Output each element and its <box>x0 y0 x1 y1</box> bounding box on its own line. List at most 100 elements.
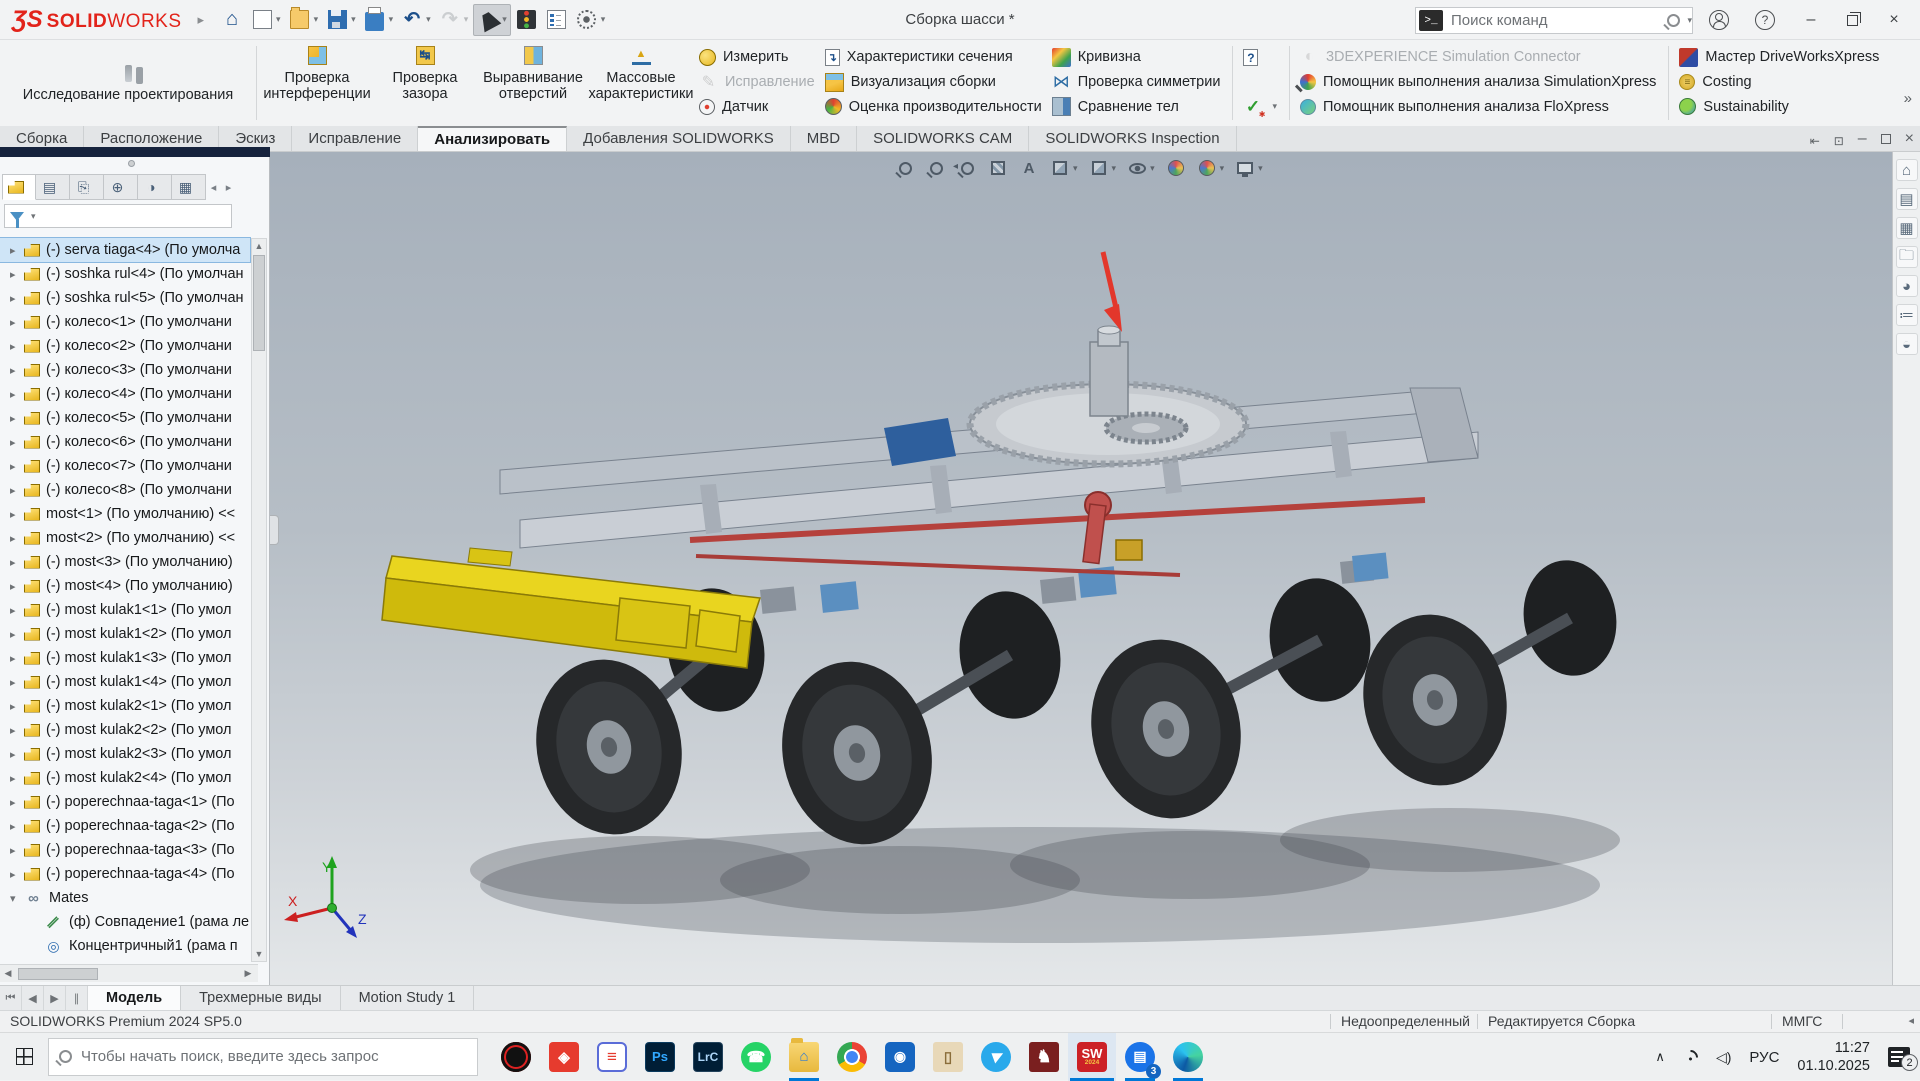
dropdown-arrow-icon[interactable]: ▾ <box>1073 163 1078 174</box>
expand-arrow-icon[interactable]: ▸ <box>10 388 24 401</box>
hud-button[interactable]: ▾ <box>1087 156 1119 180</box>
tree-item[interactable]: ▸ most<1> (По умолчанию) << <box>0 502 250 526</box>
tree-item[interactable]: Концентричный1 (рама п <box>0 934 250 958</box>
hud-button[interactable]: ▾ <box>1233 156 1265 180</box>
taskbar-app-button[interactable]: LrC <box>684 1033 732 1081</box>
tree-item[interactable]: ▸ (-) serva tiaga<4> (По умолча <box>0 238 250 262</box>
ribbon-item[interactable]: Sustainability <box>1679 94 1879 119</box>
ribbon-item[interactable]: Визуализация сборки <box>825 70 1042 95</box>
tree-filter-box[interactable]: ▾ <box>4 204 232 228</box>
expand-arrow-icon[interactable]: ▸ <box>10 868 24 881</box>
ribbon-item[interactable]: Исправление <box>699 70 815 95</box>
ribbon-large-button[interactable]: Массовые характеристики <box>587 42 695 124</box>
feature-manager-tab[interactable] <box>2 174 36 200</box>
menu-expander-icon[interactable]: ▸ <box>198 12 205 28</box>
doc-close-button[interactable]: × <box>1905 130 1914 148</box>
task-pane-icon[interactable]: 🗀 <box>1896 246 1918 268</box>
tree-vertical-scrollbar[interactable]: ▲ ▼ <box>251 238 267 962</box>
scroll-down-icon[interactable]: ▼ <box>252 947 266 961</box>
taskbar-app-button[interactable] <box>972 1033 1020 1081</box>
expand-arrow-icon[interactable]: ▸ <box>10 676 24 689</box>
hud-button[interactable]: ▾ <box>1195 156 1227 180</box>
taskbar-app-button[interactable]: SW2024 <box>1068 1033 1116 1081</box>
expand-arrow-icon[interactable]: ▸ <box>10 604 24 617</box>
expand-arrow-icon[interactable]: ▸ <box>10 628 24 641</box>
tree-item[interactable]: ▸ (-) колесо<7> (По умолчани <box>0 454 250 478</box>
dropdown-arrow-icon[interactable]: ▾ <box>502 14 507 25</box>
tree-item[interactable]: ▸ (-) most kulak2<2> (По умол <box>0 718 250 742</box>
expand-arrow-icon[interactable]: ▸ <box>10 268 24 281</box>
expand-arrow-icon[interactable]: ▸ <box>10 292 24 305</box>
command-tab[interactable]: Исправление <box>292 126 418 151</box>
filter-dropdown-icon[interactable]: ▾ <box>31 211 36 222</box>
ribbon-item[interactable]: Проверка симметрии <box>1052 70 1221 95</box>
tree-item[interactable]: ▸ (-) soshka rul<4> (По умолчан <box>0 262 250 286</box>
hud-button[interactable]: ▾ <box>986 156 1010 180</box>
tree-item[interactable]: (ф) Совпадение1 (рама ле <box>0 910 250 934</box>
tabs-first-icon[interactable]: ⏮ <box>0 986 22 1010</box>
expand-arrow-icon[interactable]: ▸ <box>10 412 24 425</box>
taskbar-app-button[interactable] <box>732 1033 780 1081</box>
notification-center-icon[interactable]: 2 <box>1888 1047 1910 1067</box>
tree-item[interactable]: ▸ (-) poperechnaa-taga<4> (По <box>0 862 250 886</box>
expand-arrow-icon[interactable]: ▸ <box>10 364 24 377</box>
quickbar-button[interactable]: ▾ <box>218 4 246 36</box>
expand-arrow-icon[interactable]: ▸ <box>10 724 24 737</box>
tree-item[interactable]: ▸ (-) most kulak2<4> (По умол <box>0 766 250 790</box>
taskbar-app-button[interactable] <box>828 1033 876 1081</box>
hud-button[interactable]: ▾ <box>1164 156 1188 180</box>
feature-manager-tab[interactable]: ⊕ <box>104 174 138 200</box>
help-icon[interactable]: ? <box>1755 10 1775 30</box>
start-button[interactable] <box>0 1033 48 1081</box>
panel-splitter-dot[interactable] <box>128 160 135 167</box>
command-tab[interactable]: MBD <box>791 126 857 151</box>
ribbon-item[interactable]: 3DEXPERIENCE Simulation Connector <box>1300 45 1656 70</box>
ribbon-large-button[interactable]: Выравнивание отверстий <box>479 42 587 124</box>
user-account-icon[interactable] <box>1709 10 1729 30</box>
pin-icon[interactable]: ⊡ <box>1834 134 1844 144</box>
hud-button[interactable]: ▾ <box>893 156 917 180</box>
search-dropdown-icon[interactable]: ▾ <box>1687 15 1692 26</box>
tree-horizontal-scrollbar[interactable]: ◀ ▶ <box>0 964 258 982</box>
expand-arrow-icon[interactable]: ▸ <box>10 460 24 473</box>
tabs-splitter-grip[interactable]: ∥ <box>66 986 88 1010</box>
tree-item[interactable]: ▾ Mates <box>0 886 250 910</box>
quickbar-button[interactable]: ▾ <box>573 4 609 36</box>
feature-manager-tab[interactable]: ▦ <box>172 174 206 200</box>
dropdown-arrow-icon[interactable]: ▾ <box>351 14 356 25</box>
taskbar-app-button[interactable] <box>492 1033 540 1081</box>
tree-item[interactable]: ▸ (-) poperechnaa-taga<3> (По <box>0 838 250 862</box>
hud-button[interactable]: ▾ <box>1125 156 1157 180</box>
quickbar-button[interactable]: ▾ <box>398 4 434 36</box>
expand-arrow-icon[interactable]: ▸ <box>10 652 24 665</box>
ribbon-item[interactable]: Сравнение тел <box>1052 94 1221 119</box>
tree-item[interactable]: ▸ (-) колесо<6> (По умолчани <box>0 430 250 454</box>
dropdown-arrow-icon[interactable]: ▾ <box>1272 101 1277 112</box>
tree-item[interactable]: ▸ (-) колесо<1> (По умолчани <box>0 310 250 334</box>
ribbon-item[interactable]: Оценка производительности <box>825 94 1042 119</box>
expand-arrow-icon[interactable]: ▸ <box>10 316 24 329</box>
minimize-button[interactable]: – <box>1801 11 1821 29</box>
scroll-up-icon[interactable]: ▲ <box>252 239 266 253</box>
ribbon-icon-button[interactable]: ▾ <box>1243 94 1277 119</box>
quickbar-button[interactable]: ▾ <box>248 4 284 36</box>
scrollbar-thumb[interactable] <box>18 968 98 980</box>
ribbon-item[interactable]: Характеристики сечения <box>825 45 1042 70</box>
quickbar-button[interactable]: ▾ <box>323 4 359 36</box>
tree-item[interactable]: ▸ (-) колесо<4> (По умолчани <box>0 382 250 406</box>
expand-arrow-icon[interactable]: ▸ <box>10 508 24 521</box>
taskbar-app-button[interactable] <box>540 1033 588 1081</box>
feature-manager-tab[interactable]: ▤ <box>36 174 70 200</box>
hud-button[interactable]: ▾ <box>924 156 948 180</box>
document-tab[interactable]: Motion Study 1 <box>341 986 475 1010</box>
restore-button[interactable] <box>1847 15 1858 26</box>
tree-item[interactable]: ▸ (-) most<4> (По умолчанию) <box>0 574 250 598</box>
dropdown-arrow-icon[interactable]: ▾ <box>426 14 431 25</box>
taskbar-app-button[interactable]: 3 <box>1116 1033 1164 1081</box>
tree-item[interactable]: ▸ (-) most kulak1<2> (По умол <box>0 622 250 646</box>
task-pane-icon[interactable]: ⌂ <box>1896 159 1918 181</box>
hud-button[interactable]: ▾ <box>955 156 979 180</box>
feature-manager-tab[interactable]: ◑ <box>138 174 172 200</box>
quickbar-button[interactable]: ▾ <box>473 4 511 36</box>
fm-tabs-right-arrow-icon[interactable]: ▸ <box>221 174 236 200</box>
